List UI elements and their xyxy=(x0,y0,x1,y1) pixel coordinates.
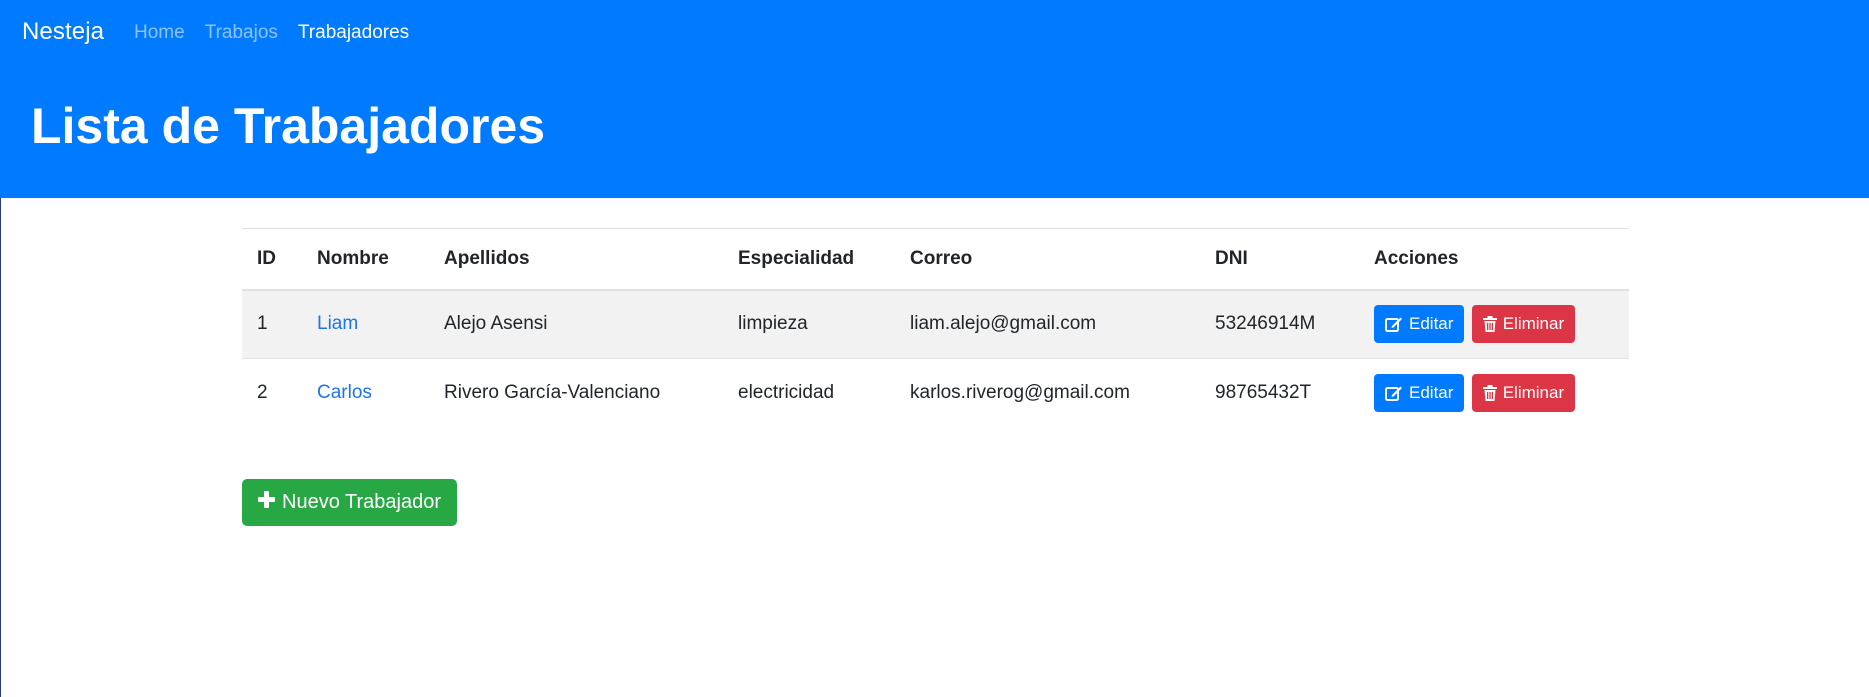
worker-name-link[interactable]: Liam xyxy=(317,313,358,334)
delete-button[interactable]: Eliminar xyxy=(1471,305,1576,344)
cell-correo: liam.alejo@gmail.com xyxy=(895,289,1200,359)
header-dni: DNI xyxy=(1200,228,1359,291)
page-title: Lista de Trabajadores xyxy=(31,98,546,154)
trash-icon xyxy=(1482,316,1497,333)
edit-button-label: Editar xyxy=(1409,383,1454,403)
worker-name-link[interactable]: Carlos xyxy=(317,382,372,403)
header-especialidad: Especialidad xyxy=(723,228,895,291)
delete-button-label: Eliminar xyxy=(1502,383,1565,403)
header-correo: Correo xyxy=(895,228,1200,291)
delete-button-label: Eliminar xyxy=(1502,314,1565,334)
edit-button[interactable]: Editar xyxy=(1374,374,1465,413)
plus-icon xyxy=(258,491,275,514)
cell-acciones: Editar Eliminar xyxy=(1359,358,1629,428)
cell-dni: 53246914M xyxy=(1200,289,1359,359)
table-header-row: ID Nombre Apellidos Especialidad Correo … xyxy=(242,228,1629,291)
new-worker-button[interactable]: Nuevo Trabajador xyxy=(242,479,457,526)
workers-table-container: ID Nombre Apellidos Especialidad Correo … xyxy=(242,228,1629,428)
nav-link-trabajos[interactable]: Trabajos xyxy=(205,22,278,44)
nav-link-trabajadores[interactable]: Trabajadores xyxy=(298,22,409,44)
workers-table: ID Nombre Apellidos Especialidad Correo … xyxy=(242,228,1629,428)
header-jumbotron: Nesteja Home Trabajos Trabajadores Lista… xyxy=(0,0,1869,198)
cell-especialidad: limpieza xyxy=(723,289,895,359)
cell-nombre: Carlos xyxy=(302,358,429,428)
cell-id: 2 xyxy=(242,358,302,428)
new-worker-button-label: Nuevo Trabajador xyxy=(282,491,441,513)
edit-icon xyxy=(1385,316,1403,333)
header-nombre: Nombre xyxy=(302,228,429,291)
nav-link-home[interactable]: Home xyxy=(134,22,185,44)
trash-icon xyxy=(1482,385,1497,402)
header-id: ID xyxy=(242,228,302,291)
cell-dni: 98765432T xyxy=(1200,358,1359,428)
navbar-brand[interactable]: Nesteja xyxy=(22,18,104,46)
table-row: 2 Carlos Rivero García-Valenciano electr… xyxy=(242,358,1629,428)
cell-id: 1 xyxy=(242,289,302,359)
cell-correo: karlos.riverog@gmail.com xyxy=(895,358,1200,428)
cell-apellidos: Rivero García-Valenciano xyxy=(429,358,723,428)
navbar-links: Home Trabajos Trabajadores xyxy=(134,22,409,44)
cell-especialidad: electricidad xyxy=(723,358,895,428)
cell-apellidos: Alejo Asensi xyxy=(429,289,723,359)
table-row: 1 Liam Alejo Asensi limpieza liam.alejo@… xyxy=(242,289,1629,359)
header-acciones: Acciones xyxy=(1359,228,1629,291)
edit-icon xyxy=(1385,385,1403,402)
header-apellidos: Apellidos xyxy=(429,228,723,291)
delete-button[interactable]: Eliminar xyxy=(1471,374,1576,413)
cell-nombre: Liam xyxy=(302,289,429,359)
edit-button-label: Editar xyxy=(1409,314,1454,334)
edit-button[interactable]: Editar xyxy=(1374,305,1465,344)
cell-acciones: Editar Eliminar xyxy=(1359,289,1629,359)
